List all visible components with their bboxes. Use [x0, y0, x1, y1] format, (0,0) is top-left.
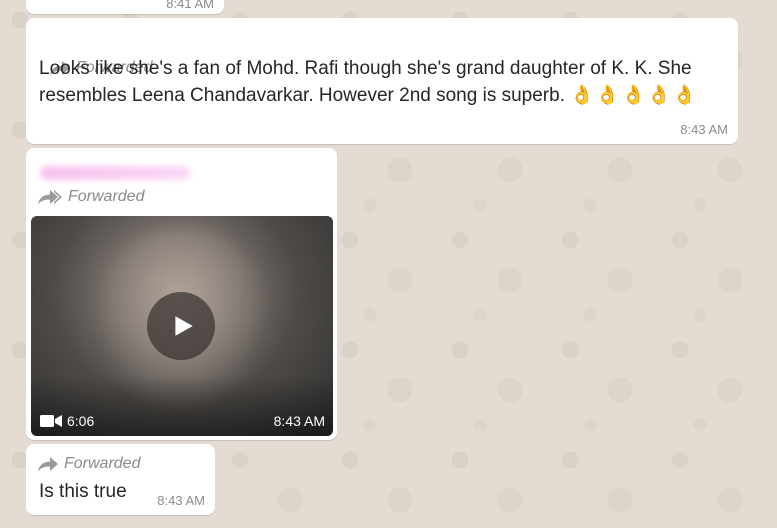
forward-many-arrow-icon	[38, 190, 62, 205]
message-time: 8:43 AM	[157, 493, 205, 508]
message-time: 8:43 AM	[680, 122, 728, 137]
video-duration-text: 6:06	[67, 413, 95, 429]
play-button[interactable]	[147, 292, 215, 360]
message-time: 8:41 AM	[166, 0, 214, 11]
video-thumbnail[interactable]: 6:06 8:43 AM	[31, 216, 333, 436]
ok-hand-emoji: 👌👌👌👌👌	[570, 85, 699, 106]
message-text: Is this true	[39, 481, 127, 502]
message-bubble-text[interactable]: Forwarded Is this true 8:43 AM	[26, 444, 215, 515]
previous-message-bubble[interactable]: 8:41 AM	[26, 0, 224, 14]
message-text: Looks like she's a fan of Mohd. Rafi tho…	[39, 55, 729, 109]
video-camera-icon	[40, 415, 62, 427]
video-duration: 6:06	[40, 413, 94, 429]
sender-name-redacted	[40, 166, 190, 180]
play-icon	[175, 316, 193, 336]
forwarded-text: Forwarded	[68, 188, 145, 205]
message-time: 8:43 AM	[273, 413, 325, 429]
forward-arrow-icon	[38, 457, 58, 472]
forwarded-label: Forwarded	[38, 188, 144, 206]
forwarded-label: Forwarded	[38, 455, 140, 473]
forwarded-text: Forwarded	[64, 455, 141, 472]
message-bubble-video[interactable]: Forwarded 6:06 8:43 AM	[26, 148, 337, 440]
message-bubble-text[interactable]: Forwarded Looks like she's a fan of Mohd…	[26, 18, 738, 144]
